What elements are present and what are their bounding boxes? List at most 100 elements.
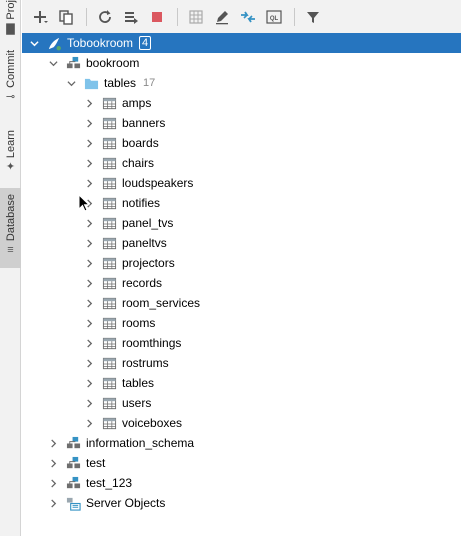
tree-row-table[interactable]: panel_tvs (22, 213, 461, 233)
edit-button[interactable] (210, 5, 234, 29)
datasource-icon (46, 35, 62, 51)
compare-button[interactable] (236, 5, 260, 29)
side-tab-learn[interactable]: Learn ✦ (0, 130, 21, 180)
tree-row-datasource[interactable]: Tobookroom 4 (22, 33, 461, 53)
schema-icon (125, 11, 138, 24)
table-icon (101, 375, 117, 391)
chevron-down-icon[interactable] (65, 77, 77, 89)
tree-row-table[interactable]: room_services (22, 293, 461, 313)
table-button[interactable] (184, 5, 208, 29)
duplicate-button[interactable] (54, 5, 78, 29)
table-label: notifies (122, 196, 161, 210)
refresh-button[interactable] (93, 5, 117, 29)
chevron-right-icon[interactable] (47, 477, 59, 489)
tree-row-server-objects[interactable]: Server Objects (22, 493, 461, 513)
table-label: amps (122, 96, 152, 110)
stop-icon (152, 11, 162, 22)
tree-row-table[interactable]: banners (22, 113, 461, 133)
chevron-right-icon[interactable] (83, 217, 95, 229)
table-icon (101, 115, 117, 131)
table-label: projectors (122, 256, 175, 270)
folder-icon (83, 75, 99, 91)
table-label: voiceboxes (122, 416, 183, 430)
schema-icon (65, 435, 81, 451)
chevron-right-icon[interactable] (83, 277, 95, 289)
tree-row-table[interactable]: rooms (22, 313, 461, 333)
schema-label: information_schema (86, 436, 195, 450)
side-tab-database[interactable]: Database ≡ (0, 188, 21, 268)
schema-icon (65, 455, 81, 471)
table-icon (101, 95, 117, 111)
database-tree: Tobookroom 4 bookroom tables 17 amps bann… (22, 33, 461, 513)
chevron-right-icon[interactable] (47, 457, 59, 469)
tree-row-table[interactable]: roomthings (22, 333, 461, 353)
tree-row-schema[interactable]: test_123 (22, 473, 461, 493)
tree-row-table[interactable]: voiceboxes (22, 413, 461, 433)
chevron-right-icon[interactable] (83, 97, 95, 109)
tree-row-table[interactable]: projectors (22, 253, 461, 273)
tree-row-table[interactable]: amps (22, 93, 461, 113)
commit-icon: ⊸ (5, 90, 16, 103)
other-schema-list: information_schematest test_123 (22, 433, 461, 493)
database-toolbar: QL (22, 0, 461, 34)
chevron-right-icon[interactable] (83, 177, 95, 189)
tree-row-table[interactable]: rostrums (22, 353, 461, 373)
schema-label: test_123 (86, 476, 133, 490)
add-button[interactable] (28, 5, 52, 29)
tree-row-table[interactable]: paneltvs (22, 233, 461, 253)
table-icon (101, 395, 117, 411)
chevron-right-icon[interactable] (83, 397, 95, 409)
table-label: loudspeakers (122, 176, 194, 190)
chevron-right-icon[interactable] (83, 137, 95, 149)
chevron-right-icon[interactable] (83, 417, 95, 429)
chevron-right-icon[interactable] (83, 317, 95, 329)
tree-row-schema[interactable]: information_schema (22, 433, 461, 453)
chevron-right-icon[interactable] (47, 497, 59, 509)
table-label: chairs (122, 156, 155, 170)
chevron-right-icon[interactable] (83, 297, 95, 309)
server-objects-icon (65, 495, 81, 511)
chevron-right-icon[interactable] (83, 257, 95, 269)
schema-button[interactable] (119, 5, 143, 29)
side-tab-commit[interactable]: Commit ⊸ (0, 50, 21, 116)
tree-row-table[interactable]: loudspeakers (22, 173, 461, 193)
chevron-right-icon[interactable] (83, 157, 95, 169)
chevron-down-icon[interactable] (28, 37, 40, 49)
chevron-right-icon[interactable] (83, 377, 95, 389)
tree-row-schema-bookroom[interactable]: bookroom (22, 53, 461, 73)
tree-row-table[interactable]: chairs (22, 153, 461, 173)
stop-button[interactable] (145, 5, 169, 29)
chevron-right-icon[interactable] (83, 357, 95, 369)
chevron-right-icon[interactable] (83, 237, 95, 249)
table-icon (101, 295, 117, 311)
chevron-right-icon[interactable] (47, 437, 59, 449)
chevron-right-icon[interactable] (83, 117, 95, 129)
side-tab-label: Proj (4, 0, 17, 20)
tree-row-table[interactable]: users (22, 393, 461, 413)
server-objects-label: Server Objects (86, 496, 166, 510)
tree-row-table[interactable]: boards (22, 133, 461, 153)
chevron-down-icon[interactable] (47, 57, 59, 69)
console-button[interactable]: QL (262, 5, 286, 29)
chevron-right-icon[interactable] (83, 337, 95, 349)
schema-icon (65, 475, 81, 491)
schema-label: bookroom (86, 56, 140, 70)
side-tab-label: Learn (4, 130, 17, 159)
table-icon (101, 195, 117, 211)
filter-button[interactable] (301, 5, 325, 29)
tree-row-schema[interactable]: test (22, 453, 461, 473)
table-icon (101, 215, 117, 231)
copy-icon (59, 9, 73, 25)
tree-row-tables-folder[interactable]: tables 17 (22, 73, 461, 93)
table-icon (101, 175, 117, 191)
table-icon (101, 135, 117, 151)
database-icon: ≡ (7, 244, 14, 257)
table-label: boards (122, 136, 159, 150)
datasource-label: Tobookroom (67, 36, 134, 50)
tree-row-table[interactable]: records (22, 273, 461, 293)
table-label: tables (122, 376, 155, 390)
table-label: rostrums (122, 356, 169, 370)
tree-row-table[interactable]: tables (22, 373, 461, 393)
table-label: paneltvs (122, 236, 167, 250)
side-tab-project[interactable]: Proj ▇ (0, 0, 21, 40)
